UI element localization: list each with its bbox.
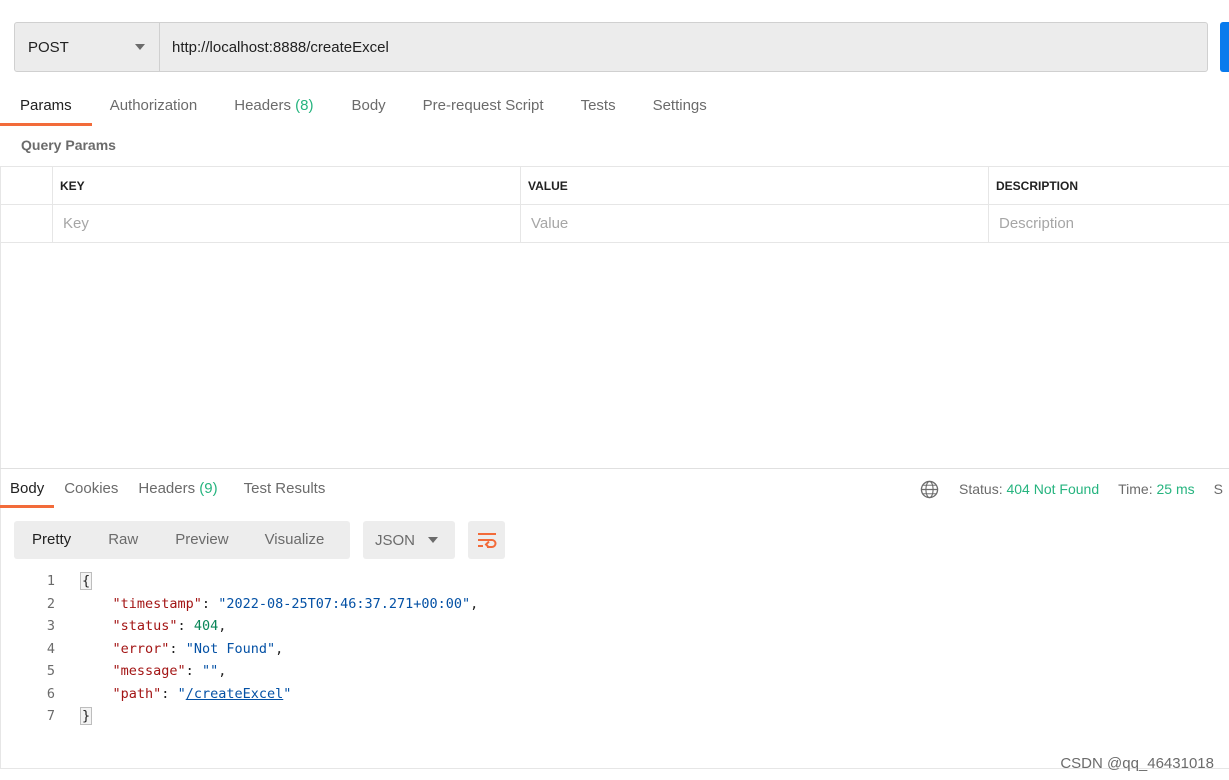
table-row: Key Value Description xyxy=(0,205,1229,243)
json-key: "status" xyxy=(112,618,178,635)
column-header-value: VALUE xyxy=(520,167,988,204)
tab-params[interactable]: Params xyxy=(0,86,92,126)
response-body-code[interactable]: 1 { 2 "timestamp": "2022-08-25T07:46:37.… xyxy=(0,570,1229,728)
json-key: "error" xyxy=(112,640,170,657)
code-line: 2 "timestamp": "2022-08-25T07:46:37.271+… xyxy=(0,593,1229,616)
column-header-description: DESCRIPTION xyxy=(988,167,1229,204)
json-key: "timestamp" xyxy=(112,595,202,612)
request-tabs: Params Authorization Headers (8) Body Pr… xyxy=(0,86,725,126)
tab-settings[interactable]: Settings xyxy=(635,86,725,126)
tab-tests[interactable]: Tests xyxy=(562,86,635,126)
view-mode-visualize[interactable]: Visualize xyxy=(247,521,343,559)
view-mode-segmented: Pretty Raw Preview Visualize xyxy=(14,521,350,559)
view-mode-pretty[interactable]: Pretty xyxy=(14,521,89,559)
tab-authorization[interactable]: Authorization xyxy=(92,86,216,126)
tab-label: Pre-request Script xyxy=(422,97,544,114)
code-line: 4 "error": "Not Found", xyxy=(0,638,1229,661)
request-response-divider[interactable] xyxy=(0,468,1229,469)
tab-count-badge: (8) xyxy=(295,97,314,114)
response-status-bar: Status: 404 Not Found Time: 25 ms S xyxy=(920,470,1223,508)
response-tab-headers[interactable]: Headers (9) xyxy=(128,470,229,508)
description-placeholder: Description xyxy=(999,215,1075,232)
method-label: POST xyxy=(28,38,69,56)
method-select[interactable]: POST xyxy=(15,23,160,71)
tab-body[interactable]: Body xyxy=(332,86,404,126)
chevron-down-icon xyxy=(428,537,438,543)
tab-label: Headers xyxy=(138,480,196,497)
query-params-title: Query Params xyxy=(21,137,116,153)
column-header-key: KEY xyxy=(52,167,520,204)
code-line: 5 "message": "", xyxy=(0,660,1229,683)
key-input[interactable]: Key xyxy=(52,205,520,242)
code-line: 3 "status": 404, xyxy=(0,615,1229,638)
line-number: 5 xyxy=(46,663,55,680)
status-value[interactable]: 404 Not Found xyxy=(1006,481,1099,497)
globe-icon[interactable] xyxy=(920,480,939,499)
tab-label: Authorization xyxy=(109,97,198,114)
tab-label: Params xyxy=(20,97,72,114)
json-key: "path" xyxy=(112,685,162,702)
status-label: Status: xyxy=(959,481,1003,497)
response-tab-test-results[interactable]: Test Results xyxy=(230,470,340,508)
checkbox-column-header xyxy=(0,167,52,204)
tab-label: Tests xyxy=(580,97,616,114)
value-placeholder: Value xyxy=(531,215,569,232)
json-value-quote: " xyxy=(283,685,292,702)
key-placeholder: Key xyxy=(63,215,89,232)
chevron-down-icon xyxy=(135,44,145,50)
tab-label: Settings xyxy=(652,97,707,114)
close-brace: } xyxy=(80,707,93,726)
table-header-row: KEY VALUE DESCRIPTION xyxy=(0,167,1229,205)
tab-count-badge: (9) xyxy=(199,480,218,497)
tab-label: Body xyxy=(10,480,45,497)
code-line: 1 { xyxy=(0,570,1229,593)
tab-label: Cookies xyxy=(64,480,119,497)
language-select[interactable]: JSON xyxy=(363,521,455,559)
response-tabs: Body Cookies Headers (9) Test Results xyxy=(0,470,339,508)
request-url-bar: POST xyxy=(14,22,1208,72)
open-brace: { xyxy=(80,572,93,591)
wrap-lines-button[interactable] xyxy=(468,521,505,559)
tab-label: Body xyxy=(351,97,386,114)
json-value: "Not Found" xyxy=(185,640,276,657)
size-label: S xyxy=(1213,481,1223,497)
response-tab-body[interactable]: Body xyxy=(0,470,55,508)
json-key: "message" xyxy=(112,663,186,680)
line-number: 7 xyxy=(46,708,55,725)
code-line: 7 } xyxy=(0,705,1229,728)
line-number: 6 xyxy=(46,685,55,702)
tab-pre-request-script[interactable]: Pre-request Script xyxy=(405,86,562,126)
watermark: CSDN @qq_46431018 xyxy=(1060,755,1214,772)
wrap-lines-icon xyxy=(477,533,496,549)
json-value: "" xyxy=(201,663,219,680)
json-value: "2022-08-25T07:46:37.271+00:00" xyxy=(218,595,471,612)
value-input[interactable]: Value xyxy=(520,205,988,242)
row-checkbox-cell xyxy=(0,205,52,242)
line-number: 1 xyxy=(46,573,55,590)
description-input[interactable]: Description xyxy=(988,205,1229,242)
send-button[interactable] xyxy=(1220,22,1229,72)
code-line: 6 "path": "/createExcel" xyxy=(0,683,1229,706)
url-input[interactable] xyxy=(160,23,1207,71)
response-tab-cookies[interactable]: Cookies xyxy=(54,470,128,508)
tab-label: Test Results xyxy=(243,480,326,497)
query-params-table: KEY VALUE DESCRIPTION Key Value Descript… xyxy=(0,166,1229,243)
language-label: JSON xyxy=(375,531,416,549)
json-value: 404 xyxy=(193,618,219,635)
json-value-quote: " xyxy=(177,685,186,702)
view-mode-raw[interactable]: Raw xyxy=(89,521,157,559)
bottom-border xyxy=(0,768,1229,769)
line-number: 3 xyxy=(46,618,55,635)
line-number: 4 xyxy=(46,640,55,657)
time-label: Time: xyxy=(1118,481,1153,497)
path-link[interactable]: /createExcel xyxy=(186,686,284,702)
tab-label: Headers xyxy=(234,97,291,114)
line-number: 2 xyxy=(46,595,55,612)
tab-headers[interactable]: Headers (8) xyxy=(215,86,332,126)
time-value[interactable]: 25 ms xyxy=(1156,481,1194,497)
view-mode-preview[interactable]: Preview xyxy=(157,521,246,559)
